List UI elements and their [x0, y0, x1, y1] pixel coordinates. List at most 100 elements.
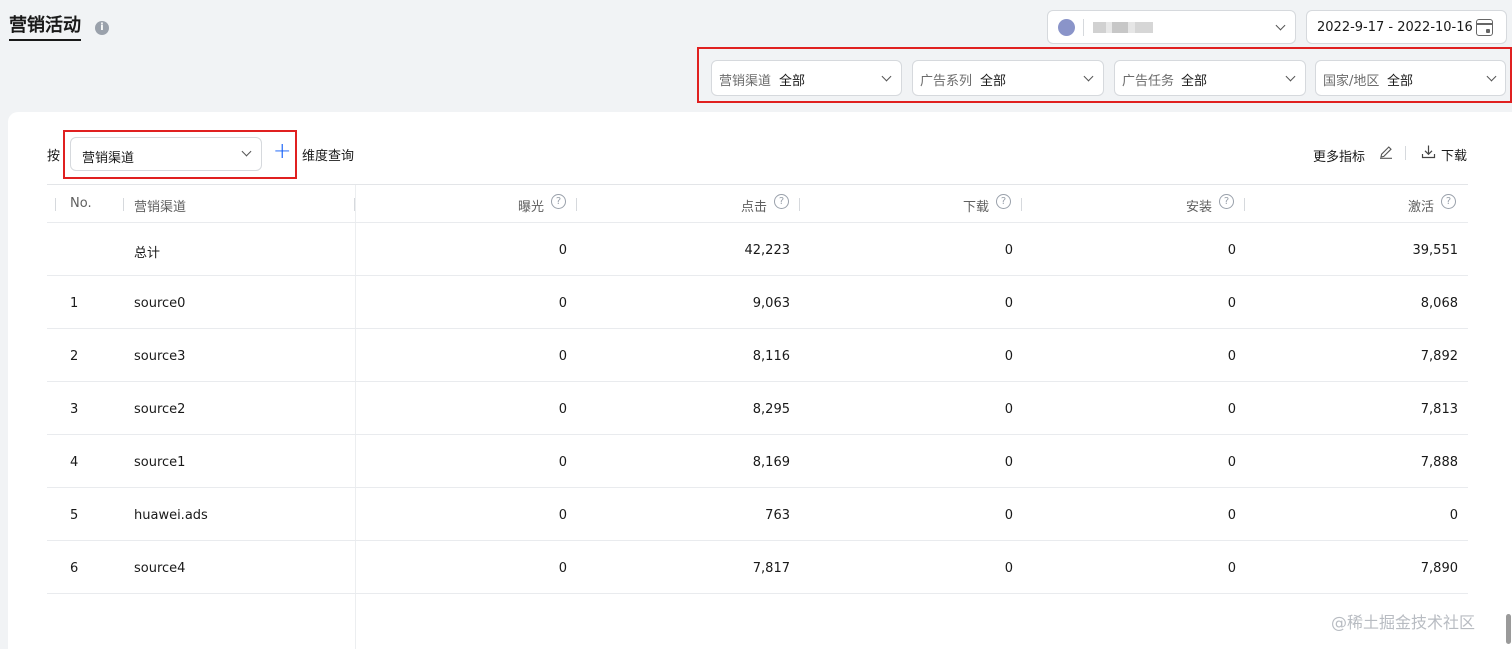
- download-button[interactable]: 下载: [1441, 145, 1467, 164]
- date-range-text: 2022-9-17 - 2022-10-16: [1317, 20, 1473, 35]
- column-header-clicks[interactable]: 点击: [741, 196, 767, 215]
- row-divider: [47, 434, 1468, 435]
- column-header-activations[interactable]: 激活: [1408, 196, 1434, 215]
- cell-installs: 0: [1227, 349, 1236, 364]
- cell-no: 3: [70, 402, 79, 417]
- column-header-installs[interactable]: 安装: [1186, 196, 1212, 215]
- filter-ad-task[interactable]: 广告任务 全部: [1114, 60, 1306, 96]
- row-divider: [47, 328, 1468, 329]
- column-header-no: No.: [70, 196, 92, 211]
- filter-value: 全部: [1181, 74, 1208, 89]
- row-divider: [47, 540, 1468, 541]
- row-divider: [47, 275, 1468, 276]
- cell-clicks: 7,817: [752, 561, 790, 576]
- cell-channel: source3: [134, 349, 186, 364]
- cell-channel: source4: [134, 561, 186, 576]
- cell-no: 5: [70, 508, 79, 523]
- page-title: 营销活动: [9, 15, 81, 41]
- cell-no: 1: [70, 296, 79, 311]
- chevron-down-icon: [1083, 71, 1094, 82]
- cell-impressions: 0: [558, 455, 567, 470]
- cell-installs: 0: [1227, 402, 1236, 417]
- column-divider: [1021, 198, 1022, 211]
- filter-value: 全部: [779, 74, 806, 89]
- divider: [1083, 19, 1084, 36]
- column-header-downloads[interactable]: 下载: [963, 196, 989, 215]
- cell-no: 4: [70, 455, 79, 470]
- help-icon[interactable]: ?: [551, 194, 566, 209]
- cell-channel: source2: [134, 402, 186, 417]
- cell-downloads: 0: [1004, 243, 1013, 258]
- dimension-select[interactable]: 营销渠道: [70, 137, 262, 171]
- cell-clicks: 8,116: [752, 349, 790, 364]
- edit-icon[interactable]: [1379, 145, 1393, 159]
- info-icon[interactable]: i: [95, 21, 109, 35]
- table-top-border: [47, 184, 1468, 185]
- column-divider: [354, 198, 355, 211]
- filter-ad-series[interactable]: 广告系列 全部: [912, 60, 1104, 96]
- watermark: @稀土掘金技术社区: [1331, 613, 1476, 632]
- calendar-icon: [1476, 19, 1493, 36]
- group-by-label: 按: [47, 149, 61, 164]
- download-icon[interactable]: [1421, 144, 1436, 159]
- cell-impressions: 0: [558, 296, 567, 311]
- cell-installs: 0: [1227, 243, 1236, 258]
- add-dimension-button[interactable]: +: [273, 141, 291, 163]
- cell-downloads: 0: [1004, 455, 1013, 470]
- cell-installs: 0: [1227, 561, 1236, 576]
- help-icon[interactable]: ?: [774, 194, 789, 209]
- header-divider: [47, 222, 1468, 223]
- cell-downloads: 0: [1004, 561, 1013, 576]
- chevron-down-icon: [1275, 20, 1286, 31]
- divider: [1405, 146, 1406, 160]
- filter-marketing-channel[interactable]: 营销渠道 全部: [711, 60, 902, 96]
- scrollbar[interactable]: [1506, 614, 1511, 644]
- row-divider: [47, 381, 1468, 382]
- app-name-blurred: [1093, 22, 1153, 33]
- cell-activations: 39,551: [1412, 243, 1459, 258]
- column-divider: [799, 198, 800, 211]
- row-divider: [47, 487, 1468, 488]
- dimension-query-label: 维度查询: [302, 149, 355, 164]
- dimension-select-value: 营销渠道: [82, 151, 135, 166]
- cell-activations: 7,892: [1420, 349, 1458, 364]
- cell-downloads: 0: [1004, 402, 1013, 417]
- chevron-down-icon: [1486, 71, 1497, 82]
- date-range-picker[interactable]: 2022-9-17 - 2022-10-16: [1306, 10, 1507, 44]
- frozen-column-divider: [355, 185, 356, 649]
- cell-downloads: 0: [1004, 296, 1013, 311]
- cell-activations: 8,068: [1420, 296, 1458, 311]
- cell-clicks: 8,295: [752, 402, 790, 417]
- help-icon[interactable]: ?: [1441, 194, 1456, 209]
- filter-label: 广告系列: [920, 74, 973, 89]
- column-header-impressions[interactable]: 曝光: [518, 196, 544, 215]
- cell-activations: 7,888: [1420, 455, 1458, 470]
- cell-impressions: 0: [558, 243, 567, 258]
- app-selector[interactable]: [1047, 10, 1296, 44]
- cell-installs: 0: [1227, 508, 1236, 523]
- total-label: 总计: [134, 246, 161, 261]
- cell-clicks: 9,063: [752, 296, 790, 311]
- cell-channel: source0: [134, 296, 186, 311]
- more-metrics-button[interactable]: 更多指标: [1313, 146, 1365, 165]
- cell-downloads: 0: [1004, 508, 1013, 523]
- filter-label: 广告任务: [1122, 74, 1175, 89]
- cell-downloads: 0: [1004, 349, 1013, 364]
- chevron-down-icon: [241, 146, 252, 157]
- cell-impressions: 0: [558, 402, 567, 417]
- chevron-down-icon: [1285, 71, 1296, 82]
- cell-installs: 0: [1227, 296, 1236, 311]
- chevron-down-icon: [881, 71, 892, 82]
- column-divider: [123, 198, 124, 211]
- cell-no: 2: [70, 349, 79, 364]
- help-icon[interactable]: ?: [996, 194, 1011, 209]
- cell-channel: huawei.ads: [134, 508, 208, 523]
- column-divider: [55, 198, 56, 211]
- cell-impressions: 0: [558, 349, 567, 364]
- row-divider: [47, 593, 1468, 594]
- filter-value: 全部: [980, 74, 1007, 89]
- help-icon[interactable]: ?: [1219, 194, 1234, 209]
- cell-installs: 0: [1227, 455, 1236, 470]
- column-divider: [1244, 198, 1245, 211]
- filter-country-region[interactable]: 国家/地区 全部: [1315, 60, 1506, 96]
